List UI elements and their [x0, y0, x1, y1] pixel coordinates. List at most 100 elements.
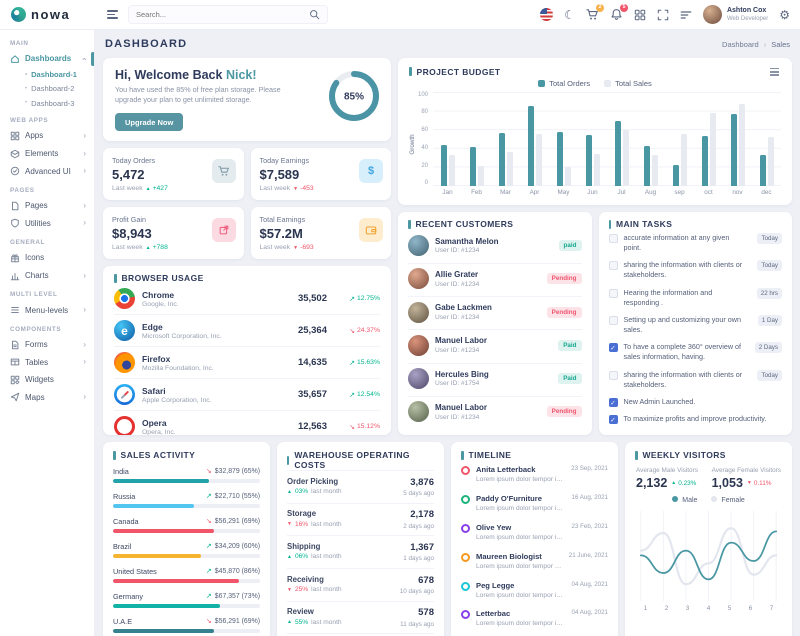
- browser-row[interactable]: OperaOpera, Inc. 12,563 15.12%: [114, 410, 380, 435]
- bar: [644, 146, 650, 186]
- warehouse-costs-title: WAREHOUSE OPERATING COSTS: [287, 450, 434, 470]
- task-checkbox[interactable]: [609, 398, 618, 407]
- sales-activity-card: SALES ACTIVITY India $32,879 (65%) Russi…: [103, 442, 270, 636]
- sidebar-item-icons[interactable]: Icons: [0, 249, 94, 267]
- sidebar-item-forms[interactable]: Forms›: [0, 336, 94, 354]
- task-badge: Today: [757, 260, 782, 271]
- apps-grid-icon[interactable]: [634, 9, 646, 21]
- dark-mode-icon[interactable]: ☾: [564, 9, 575, 21]
- sidebar-item-utilities[interactable]: Utilities›: [0, 215, 94, 233]
- timeline-row: Peg LeggeLorem ipsum dolor tempor incidi…: [461, 575, 608, 604]
- welcome-card: Hi, Welcome Back Nick! You have used the…: [103, 58, 391, 141]
- bar-group: [491, 93, 520, 187]
- fullscreen-icon[interactable]: [657, 9, 669, 21]
- settings-gear-icon[interactable]: ⚙: [779, 9, 790, 21]
- user-menu[interactable]: Ashton Cox Web Developer: [703, 5, 768, 24]
- customer-row[interactable]: Hercules BingUser ID: #1754 Paid: [408, 363, 582, 394]
- legend-item[interactable]: Total Sales: [604, 79, 652, 88]
- sidebar-toggle-button[interactable]: [107, 10, 118, 19]
- bar: [623, 130, 629, 186]
- brand-logo-text: nowa: [31, 7, 70, 22]
- cart-badge: 2: [596, 4, 604, 12]
- sales-row: Brazil $34,209 (60%): [113, 542, 260, 558]
- chevron-right-icon: ›: [83, 219, 86, 227]
- sidebar-item-dashboard-2[interactable]: Dashboard-2: [0, 82, 94, 96]
- task-checkbox[interactable]: [609, 234, 618, 243]
- task-row: To maximize profits and improve producti…: [609, 411, 783, 428]
- language-flag-icon[interactable]: [540, 8, 553, 21]
- customer-row[interactable]: Allie GraterUser ID: #1234 Pending: [408, 263, 582, 294]
- sidebar-item-widgets[interactable]: Widgets: [0, 371, 94, 389]
- budget-bar-chart: [433, 92, 781, 187]
- search-icon[interactable]: [309, 9, 320, 20]
- progress-bar: [113, 529, 214, 533]
- progress-bar: [113, 504, 194, 508]
- top-navbar: nowa ☾ 2 5 Ashton Cox Web Develope: [0, 0, 800, 30]
- bar: [710, 113, 716, 186]
- brand-logo[interactable]: nowa: [0, 7, 95, 22]
- task-checkbox[interactable]: [609, 415, 618, 424]
- chart-menu-icon[interactable]: [768, 66, 781, 78]
- sidebar-item-menu-levels[interactable]: Menu-levels›: [0, 301, 94, 319]
- sidebar-section-general: GENERAL: [10, 239, 84, 246]
- task-badge: Today: [757, 233, 782, 244]
- shield-icon: [10, 218, 20, 228]
- task-badge: Today: [757, 370, 782, 381]
- bar: [739, 104, 745, 186]
- bar-group: [665, 93, 694, 187]
- welcome-body: You have used the 85% of free plan stora…: [115, 85, 283, 106]
- sidebar-item-advanced-ui[interactable]: Advanced UI›: [0, 162, 94, 180]
- legend-female[interactable]: Female: [711, 496, 744, 504]
- customer-row[interactable]: Gabe LackmenUser ID: #1234 Pending: [408, 296, 582, 327]
- task-row: To have a complete 360° overview of sale…: [609, 339, 783, 366]
- browser-row[interactable]: ChromeGoogle, Inc. 35,502 12.75%: [114, 283, 380, 314]
- bar: [760, 155, 766, 187]
- sidebar-item-pages[interactable]: Pages›: [0, 197, 94, 215]
- budget-chart-legend: Total Orders Total Sales: [409, 79, 781, 88]
- task-checkbox[interactable]: [609, 371, 618, 380]
- bar: [586, 135, 592, 187]
- warehouse-row: Storage 16%last month 2,1782 days ago: [287, 503, 434, 536]
- bar: [557, 132, 563, 186]
- sidebar-item-dashboard-1[interactable]: Dashboard-1: [0, 68, 94, 82]
- customer-row[interactable]: Manuel LaborUser ID: #1234 Paid: [408, 329, 582, 360]
- welcome-user-name: Nick!: [226, 68, 257, 82]
- browser-row[interactable]: SafariApple Corporation, Inc. 35,657 12.…: [114, 378, 380, 410]
- legend-item[interactable]: Total Orders: [538, 79, 590, 88]
- browser-row[interactable]: e EdgeMicrosoft Corporation, Inc. 25,364…: [114, 314, 380, 346]
- file-icon: [10, 201, 20, 211]
- task-checkbox[interactable]: [609, 289, 618, 298]
- filter-lines-icon[interactable]: [680, 9, 692, 21]
- browser-row[interactable]: FirefoxMozilla Foundation, Inc. 14,635 1…: [114, 346, 380, 378]
- bar: [470, 147, 476, 186]
- progress-bar: [113, 629, 214, 633]
- sidebar-item-tables[interactable]: Tables›: [0, 354, 94, 372]
- task-checkbox[interactable]: [609, 261, 618, 270]
- visitors-line-chart: [635, 509, 782, 603]
- search-input[interactable]: [136, 10, 309, 19]
- sidebar-item-elements[interactable]: Elements›: [0, 145, 94, 163]
- customer-row[interactable]: Samantha MelonUser ID: #1234 paid: [408, 231, 582, 261]
- bar: [768, 137, 774, 187]
- warehouse-costs-card: WAREHOUSE OPERATING COSTS Order Picking …: [277, 442, 444, 636]
- legend-male[interactable]: Male: [672, 496, 697, 504]
- customer-row[interactable]: Manuel LaborUser ID: #1234 Pending: [408, 396, 582, 427]
- sidebar-item-apps[interactable]: Apps›: [0, 127, 94, 145]
- task-row: New Admin Launched.: [609, 393, 783, 410]
- status-badge: Pending: [547, 307, 582, 318]
- notifications-bell-icon[interactable]: 5: [610, 8, 623, 21]
- firefox-icon: [114, 352, 135, 373]
- status-badge: Pending: [547, 406, 582, 417]
- weekly-visitors-title: WEEKLY VISITORS: [635, 450, 782, 460]
- task-checkbox[interactable]: [609, 343, 618, 352]
- sidebar-item-dashboard-3[interactable]: Dashboard-3: [0, 96, 94, 110]
- upgrade-now-button[interactable]: Upgrade Now: [115, 113, 183, 131]
- cart-icon[interactable]: 2: [586, 8, 599, 21]
- timeline-row: LetterbacLorem ipsum dolor tempor incidi…: [461, 604, 608, 633]
- sidebar-item-dashboards[interactable]: Dashboards›: [0, 50, 94, 68]
- bar: [478, 166, 484, 187]
- breadcrumb-root[interactable]: Dashboard: [722, 40, 759, 49]
- sidebar-item-maps[interactable]: Maps›: [0, 389, 94, 407]
- sidebar-item-charts[interactable]: Charts›: [0, 267, 94, 285]
- task-checkbox[interactable]: [609, 316, 618, 325]
